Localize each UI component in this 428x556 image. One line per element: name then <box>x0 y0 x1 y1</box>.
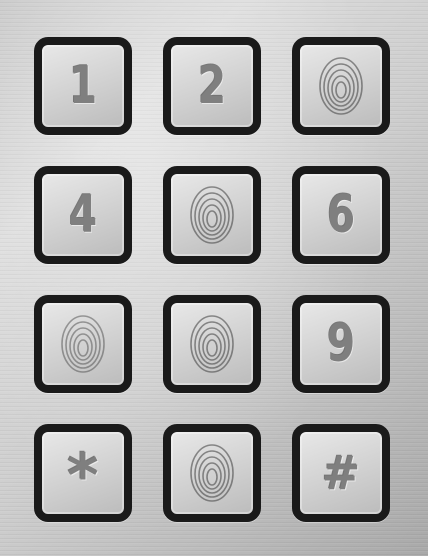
keypad: 1 2 4 6 9 * # <box>0 0 428 556</box>
key-6-label: 6 <box>326 185 356 245</box>
key-9-label: 9 <box>326 314 356 374</box>
key-2-label: 2 <box>197 56 227 116</box>
key-6[interactable]: 6 <box>292 166 390 264</box>
key-5[interactable] <box>163 166 261 264</box>
fingerprint-icon <box>190 315 234 373</box>
key-hash-label: # <box>321 446 361 500</box>
key-0[interactable] <box>163 424 261 522</box>
fingerprint-icon <box>61 315 105 373</box>
key-star-label: * <box>67 441 99 511</box>
fingerprint-icon <box>190 444 234 502</box>
key-4[interactable]: 4 <box>34 166 132 264</box>
key-3[interactable] <box>292 37 390 135</box>
fingerprint-icon <box>319 57 363 115</box>
fingerprint-icon <box>190 186 234 244</box>
key-9[interactable]: 9 <box>292 295 390 393</box>
key-1-label: 1 <box>68 56 98 116</box>
key-7[interactable] <box>34 295 132 393</box>
key-1[interactable]: 1 <box>34 37 132 135</box>
key-star[interactable]: * <box>34 424 132 522</box>
key-4-label: 4 <box>68 185 98 245</box>
key-hash[interactable]: # <box>292 424 390 522</box>
key-2[interactable]: 2 <box>163 37 261 135</box>
key-8[interactable] <box>163 295 261 393</box>
